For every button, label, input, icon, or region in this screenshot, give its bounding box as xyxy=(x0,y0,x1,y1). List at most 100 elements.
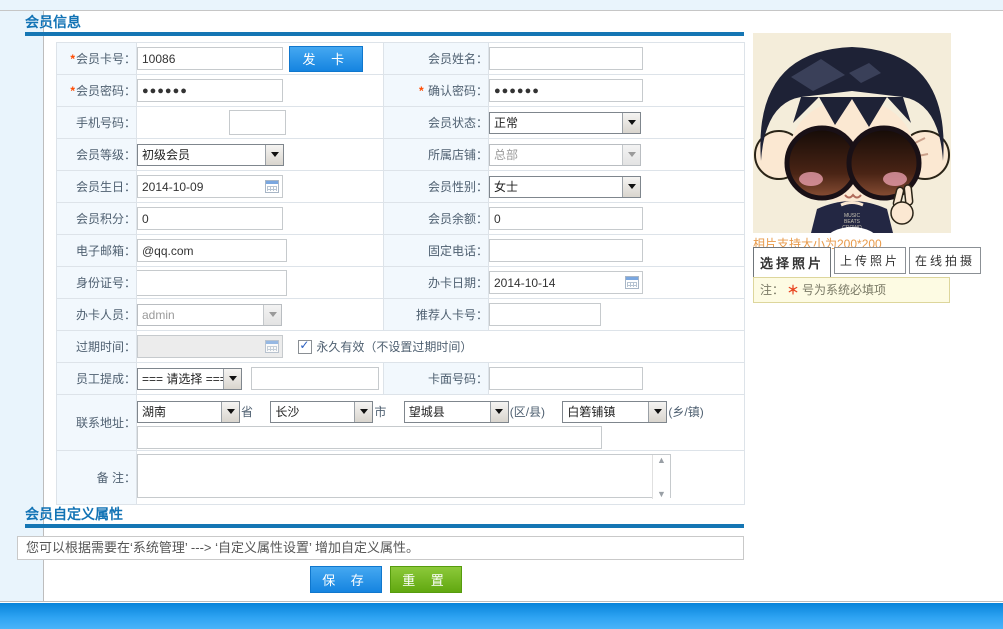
reset-button[interactable]: 重 置 xyxy=(390,566,462,593)
note-prefix: 注： xyxy=(760,283,785,297)
district-suffix: (区/县) xyxy=(509,405,546,419)
member-edit-page: 会员信息 *会员卡号： 发 卡 会员姓名： *会员密码： * 确认密码： xyxy=(0,0,1003,629)
row-remark: 备 注： ▲ ▼ xyxy=(56,450,745,505)
card-face-label-cell: 卡面号码： xyxy=(383,362,489,395)
calendar-icon[interactable] xyxy=(625,276,639,289)
birthday-field-cell xyxy=(136,170,384,203)
mobile-label-cell: 手机号码： xyxy=(56,106,137,139)
card-no-input[interactable] xyxy=(137,47,283,70)
confirm-password-input[interactable] xyxy=(489,79,643,102)
status-select[interactable]: 正常 xyxy=(489,111,641,134)
points-input[interactable] xyxy=(137,207,283,230)
permanent-checkbox[interactable] xyxy=(298,338,313,354)
city-value: 长沙 xyxy=(275,405,300,419)
gender-select[interactable]: 女士 xyxy=(489,175,641,198)
district-value: 望城县 xyxy=(408,405,445,419)
status-label-cell: 会员状态： xyxy=(383,106,489,139)
password-input[interactable] xyxy=(137,79,283,102)
expire-label: 过期时间： xyxy=(75,340,136,354)
balance-label: 会员余额： xyxy=(427,212,488,226)
address-label: 联系地址： xyxy=(75,416,136,430)
referrer-card-input[interactable] xyxy=(489,303,601,326)
password-label: 会员密码： xyxy=(75,84,136,98)
remark-textarea-wrap: ▲ ▼ xyxy=(137,454,671,501)
confirm-password-label-cell: * 确认密码： xyxy=(383,74,489,107)
balance-input[interactable] xyxy=(489,207,643,230)
store-field-cell: 总部 xyxy=(488,138,745,171)
status-label: 会员状态： xyxy=(427,116,488,130)
password-label-cell: *会员密码： xyxy=(56,74,137,107)
gender-label-cell: 会员性别： xyxy=(383,170,489,203)
id-card-input[interactable] xyxy=(137,269,287,296)
scroll-down-icon[interactable]: ▼ xyxy=(657,489,666,499)
email-label-cell: 电子邮箱： xyxy=(56,234,137,267)
birthday-input[interactable] xyxy=(137,175,283,198)
password-field-cell xyxy=(136,74,384,107)
mobile-input[interactable] xyxy=(229,110,286,135)
phone-label: 固定电话： xyxy=(427,244,488,258)
save-button[interactable]: 保 存 xyxy=(310,566,382,593)
birthday-label: 会员生日： xyxy=(75,180,136,194)
scroll-up-icon[interactable]: ▲ xyxy=(657,455,666,465)
member-name-input[interactable] xyxy=(489,47,643,70)
points-label: 会员积分： xyxy=(75,212,136,226)
row-level-store: 会员等级： 初级会员 所属店铺： 总部 xyxy=(56,138,745,171)
chevron-down-icon xyxy=(622,144,640,165)
custom-attrs-section-title: 会员自定义属性 xyxy=(25,506,123,522)
commission-label: 员工提成： xyxy=(75,372,136,386)
remark-label: 备 注： xyxy=(96,471,136,485)
content-bottom-border xyxy=(0,601,1003,602)
phone-field-cell xyxy=(488,234,745,267)
email-label: 电子邮箱： xyxy=(75,244,136,258)
operator-value: admin xyxy=(142,307,175,322)
row-idcard-issuedate: 身份证号： 办卡日期： xyxy=(56,266,745,299)
row-expire: 过期时间： 永久有效（不设置过期时间） xyxy=(56,330,745,363)
address-detail-input[interactable] xyxy=(137,425,602,449)
commission-input[interactable] xyxy=(251,367,380,390)
city-select[interactable]: 长沙 xyxy=(270,400,374,423)
level-label: 会员等级： xyxy=(75,148,136,162)
issue-card-button[interactable]: 发 卡 xyxy=(289,45,364,72)
textarea-scrollbar[interactable]: ▲ ▼ xyxy=(652,455,670,499)
email-input[interactable] xyxy=(137,239,287,262)
mobile-field-cell xyxy=(136,106,384,139)
operator-label-cell: 办卡人员： xyxy=(56,298,137,331)
level-select[interactable]: 初级会员 xyxy=(137,143,284,166)
row-commission-cardface: 员工提成： === 请选择 === 卡面号码： xyxy=(56,362,745,395)
card-face-input[interactable] xyxy=(489,367,643,390)
operator-field-cell: admin xyxy=(136,298,384,331)
phone-input[interactable] xyxy=(489,239,643,262)
required-asterisk: * xyxy=(418,84,424,98)
chevron-down-icon xyxy=(622,176,640,197)
town-select[interactable]: 白箬铺镇 xyxy=(562,400,668,423)
row-birthday-gender: 会员生日： 会员性别： 女士 xyxy=(56,170,745,203)
gender-field-cell: 女士 xyxy=(488,170,745,203)
remark-textarea[interactable] xyxy=(137,454,671,498)
confirm-password-label: 确认密码： xyxy=(427,84,488,98)
address-label-cell: 联系地址： xyxy=(56,394,137,451)
chevron-down-icon xyxy=(263,304,281,325)
required-asterisk: * xyxy=(70,52,75,66)
commission-select[interactable]: === 请选择 === xyxy=(137,367,242,390)
calendar-icon[interactable] xyxy=(265,180,279,193)
email-field-cell xyxy=(136,234,384,267)
expire-input xyxy=(137,335,283,358)
commission-select-value: === 请选择 === xyxy=(142,372,223,386)
choose-photo-button[interactable]: 选择照片 xyxy=(753,247,832,278)
issue-date-input[interactable] xyxy=(489,271,643,294)
gender-label: 会员性别： xyxy=(427,180,488,194)
confirm-password-field-cell xyxy=(488,74,745,107)
expire-datebox xyxy=(137,335,283,358)
chevron-down-icon xyxy=(622,112,640,133)
member-name-field-cell xyxy=(488,42,745,75)
store-label: 所属店铺： xyxy=(427,148,488,162)
commission-label-cell: 员工提成： xyxy=(56,362,137,395)
operator-label: 办卡人员： xyxy=(75,308,136,322)
custom-attrs-section-rule xyxy=(25,524,744,528)
district-select[interactable]: 望城县 xyxy=(403,400,509,423)
mobile-label: 手机号码： xyxy=(75,116,136,130)
webcam-photo-button[interactable]: 在线拍摄 xyxy=(909,247,982,274)
card-no-label: 会员卡号： xyxy=(75,52,136,66)
upload-photo-button[interactable]: 上传照片 xyxy=(834,247,907,274)
province-select[interactable]: 湖南 xyxy=(137,400,240,423)
